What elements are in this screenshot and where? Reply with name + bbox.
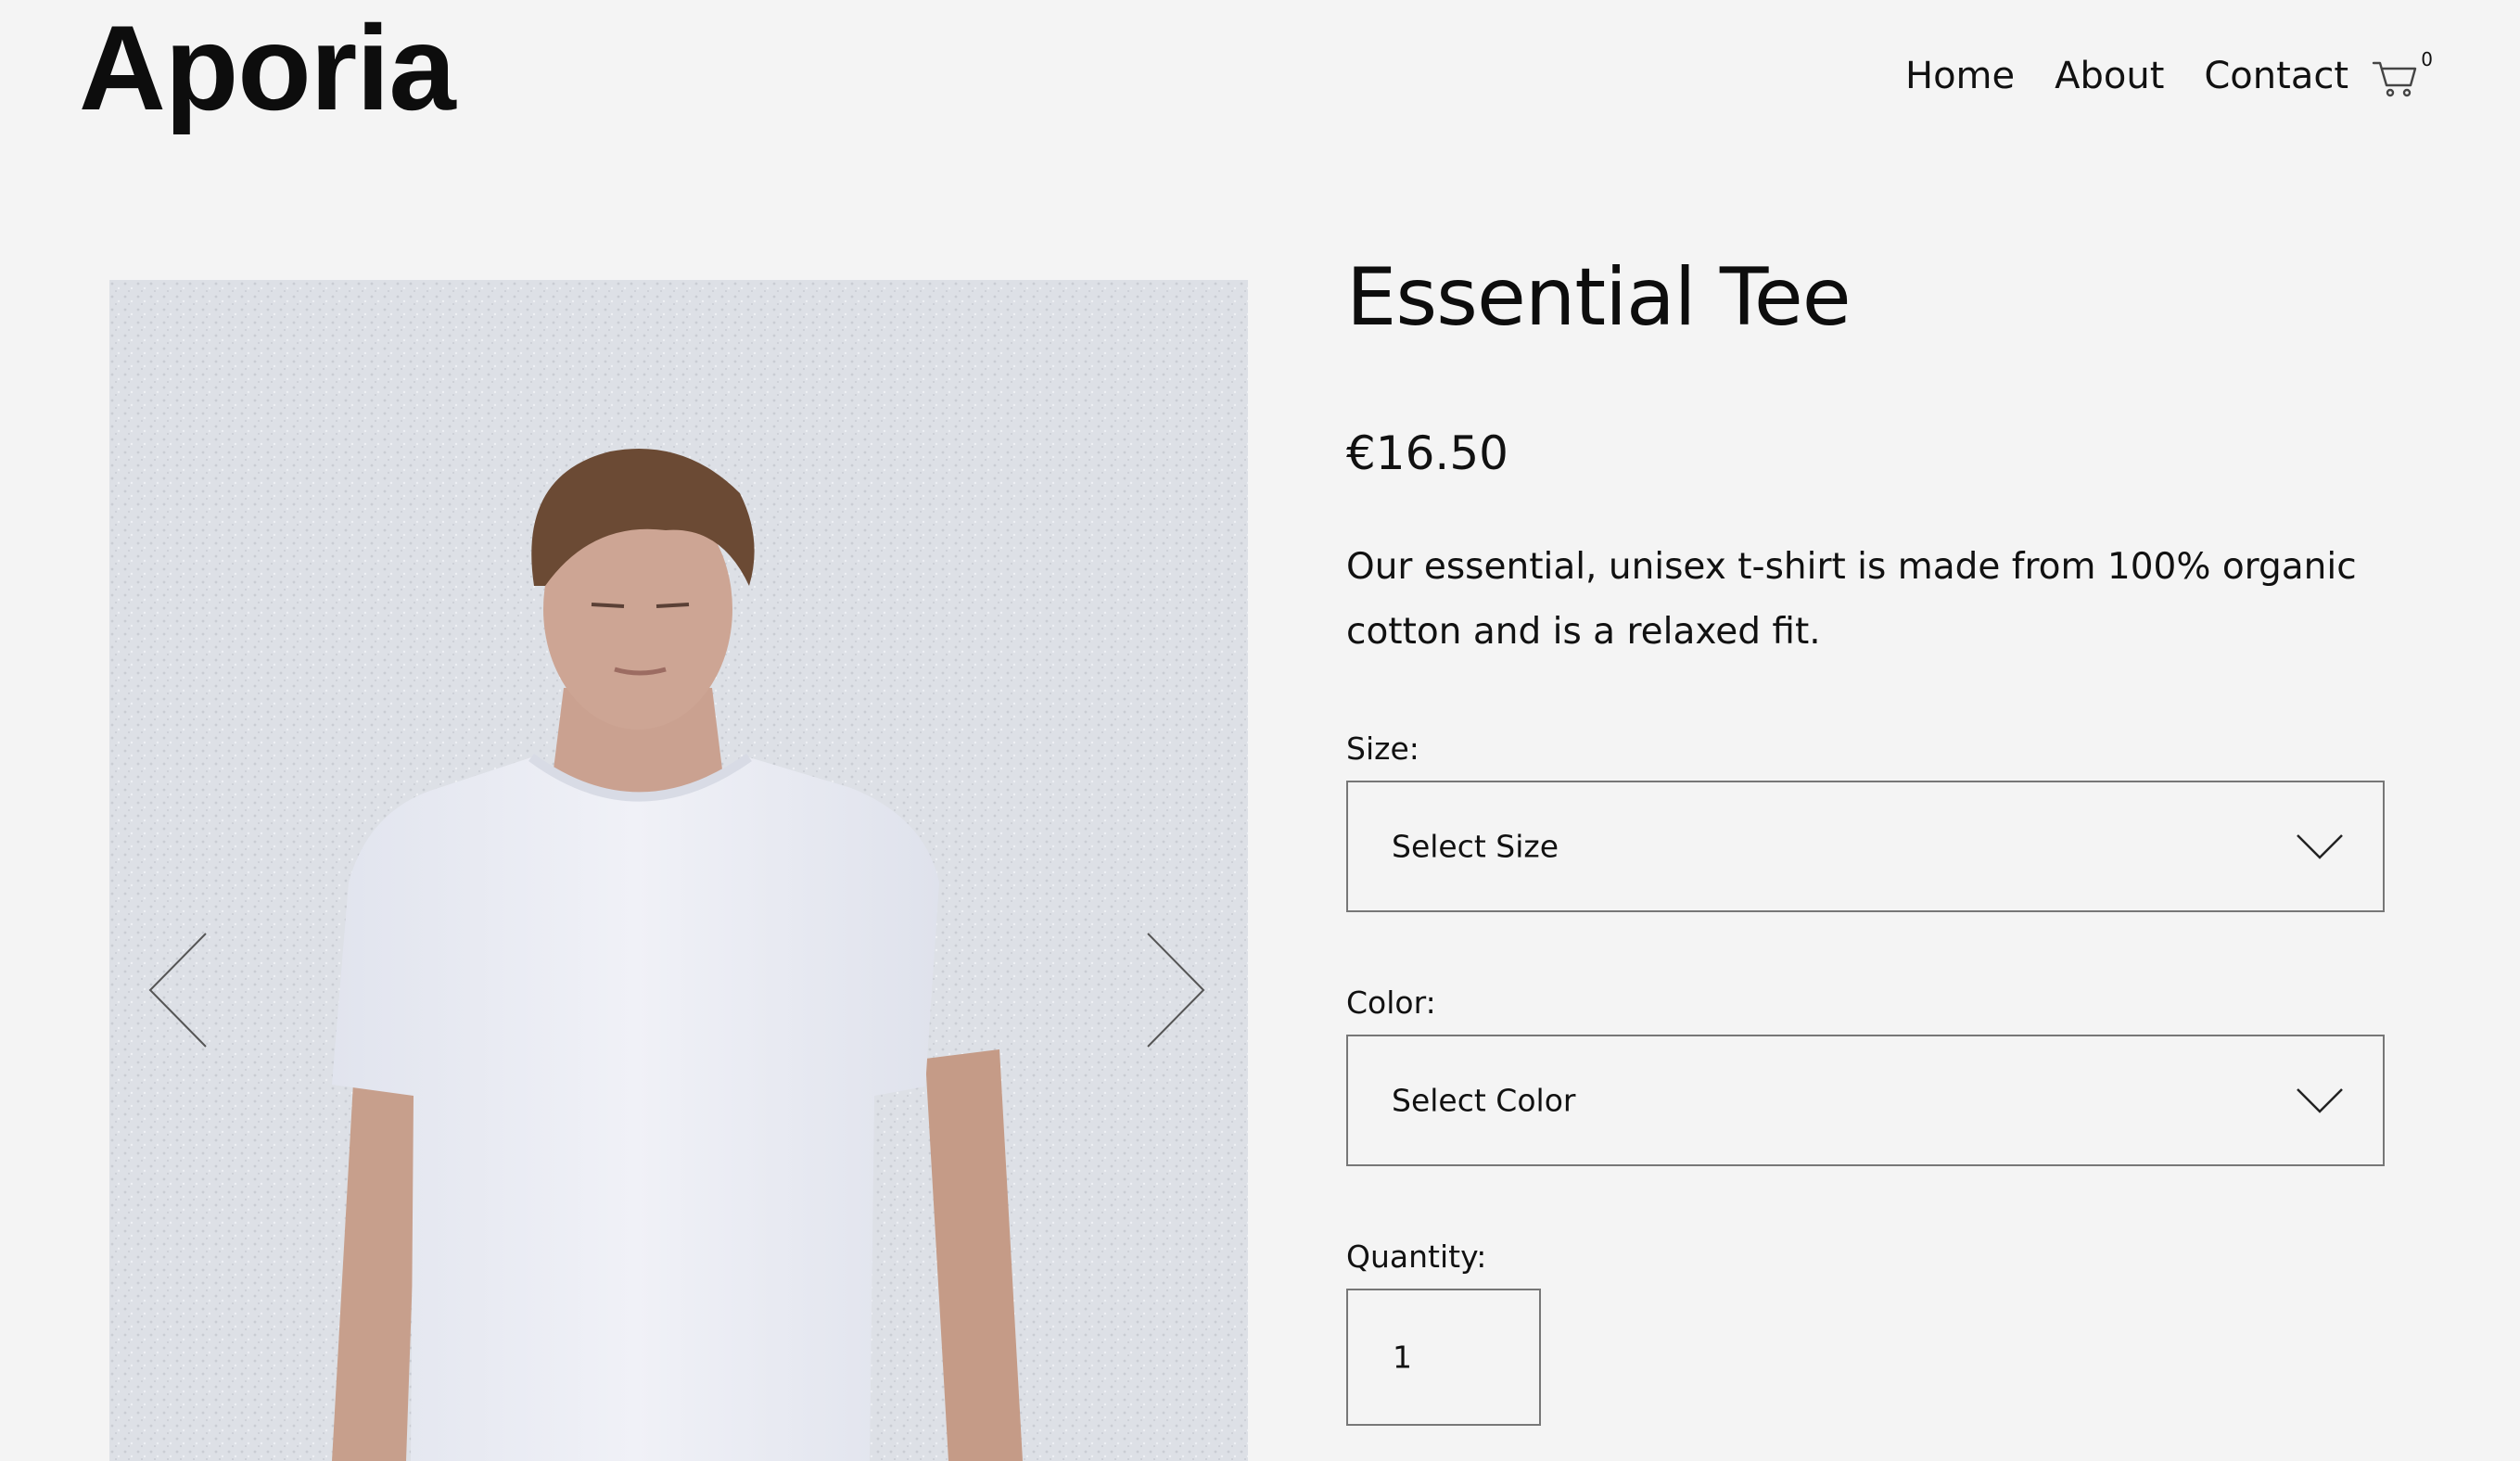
- chevron-down-icon: [2297, 834, 2343, 859]
- main-nav: Home About Contact: [1865, 57, 2348, 95]
- color-label: Color:: [1346, 985, 1436, 1021]
- product-price: €16.50: [1346, 426, 1508, 480]
- nav-about[interactable]: About: [2055, 57, 2164, 95]
- product-description: Our essential, unisex t-shirt is made fr…: [1346, 546, 2357, 653]
- site-logo[interactable]: Aporia: [79, 7, 456, 128]
- chevron-right-icon: [1147, 933, 1205, 1048]
- chevron-left-icon: [148, 933, 207, 1048]
- quantity-value: 1: [1393, 1339, 1412, 1376]
- cart-count-badge: 0: [2421, 48, 2433, 70]
- color-select[interactable]: Select Color: [1346, 1035, 2385, 1166]
- color-select-value: Select Color: [1392, 1082, 1576, 1119]
- quantity-input[interactable]: 1: [1346, 1289, 1541, 1426]
- gallery-next-button[interactable]: [1146, 932, 1205, 1048]
- cart-icon: [2372, 61, 2417, 97]
- product-image-gallery: [109, 280, 1248, 1461]
- size-select[interactable]: Select Size: [1346, 781, 2385, 912]
- gallery-prev-button[interactable]: [148, 932, 208, 1048]
- product-title: Essential Tee: [1346, 251, 1852, 344]
- quantity-label: Quantity:: [1346, 1239, 1487, 1275]
- size-label: Size:: [1346, 730, 1419, 767]
- nav-contact[interactable]: Contact: [2204, 57, 2348, 95]
- chevron-down-icon: [2297, 1088, 2343, 1113]
- product-photo: [109, 280, 1248, 1461]
- product-details: Essential Tee €16.50 Our essential, unis…: [1346, 250, 2385, 1426]
- site-header: Aporia Home About Contact 0: [0, 0, 2520, 167]
- nav-home[interactable]: Home: [1905, 57, 2015, 95]
- cart-button[interactable]: 0: [2372, 48, 2433, 106]
- size-select-value: Select Size: [1392, 828, 1559, 865]
